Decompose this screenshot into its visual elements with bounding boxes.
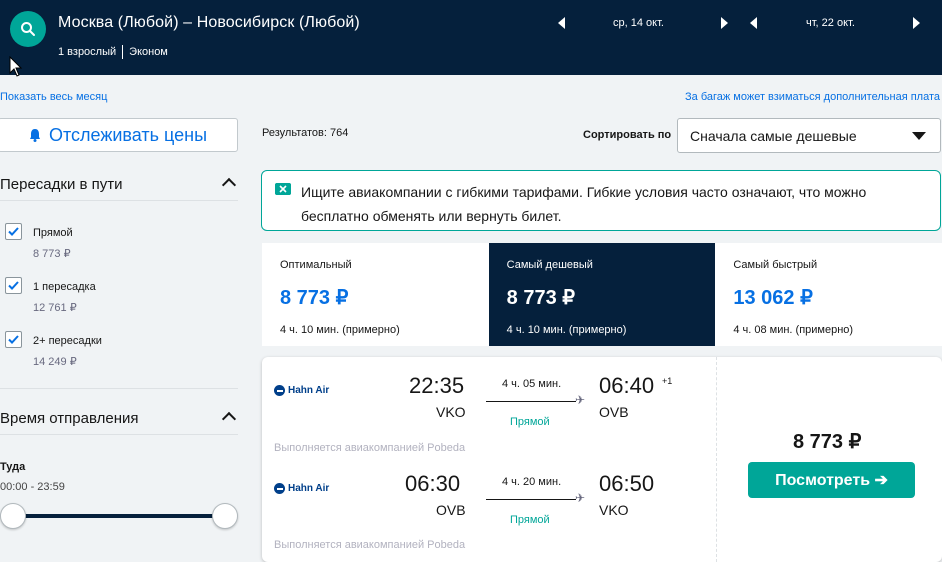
- depart-prev-day-icon[interactable]: [558, 17, 565, 29]
- flight-duration: 4 ч. 20 мин.: [502, 476, 562, 488]
- tab-fastest[interactable]: Самый быстрый 13 062 ₽ 4 ч. 08 мин. (при…: [715, 243, 942, 346]
- flexible-fares-text: Ищите авиакомпании с гибкими тарифами. Г…: [301, 184, 867, 224]
- outbound-leg: Hahn Air 22:35 VKO 4 ч. 05 мин. ✈ Прямой…: [262, 357, 716, 455]
- results-count: Результатов: 764: [262, 127, 349, 139]
- fare-price: 8 773 ₽: [793, 431, 862, 453]
- stops-one-price: 12 761 ₽: [33, 302, 77, 314]
- operated-by: Выполняется авиакомпанией Pobeda: [274, 539, 466, 551]
- tab-title: Самый дешевый: [506, 259, 593, 271]
- check-icon: [8, 281, 19, 290]
- flight-duration: 4 ч. 05 мин.: [502, 378, 562, 390]
- tab-price: 8 773 ₽: [280, 287, 349, 309]
- view-deal-button[interactable]: Посмотреть ➔: [748, 462, 915, 498]
- tab-best[interactable]: Оптимальный 8 773 ₽ 4 ч. 10 мин. (пример…: [262, 243, 489, 346]
- stops-direct-checkbox[interactable]: [5, 223, 22, 240]
- sort-value: Сначала самые дешевые: [690, 127, 857, 144]
- stops-two-plus-label: 2+ пересадки: [33, 335, 102, 347]
- chevron-down-icon: [912, 132, 926, 140]
- flight-result-card[interactable]: Hahn Air 22:35 VKO 4 ч. 05 мин. ✈ Прямой…: [262, 357, 942, 562]
- stops-direct-label: Прямой: [33, 227, 73, 239]
- tab-title: Самый быстрый: [733, 259, 818, 271]
- sort-label: Сортировать по: [583, 129, 672, 141]
- stops-two-plus-price: 14 249 ₽: [33, 356, 77, 368]
- tab-duration: 4 ч. 10 мин. (примерно): [506, 324, 627, 336]
- arrival-time: 06:50: [599, 471, 655, 496]
- route-title[interactable]: Москва (Любой) – Новосибирск (Любой): [58, 14, 360, 32]
- airline-logo-icon: [274, 483, 285, 494]
- mouse-cursor-icon: [9, 56, 23, 77]
- check-icon: [8, 227, 19, 236]
- operated-by: Выполняется авиакомпанией Pobeda: [274, 442, 466, 454]
- check-icon: [8, 335, 19, 344]
- return-next-day-icon[interactable]: [913, 17, 920, 29]
- sort-dropdown[interactable]: Сначала самые дешевые: [677, 118, 941, 153]
- depart-date[interactable]: ср, 14 окт.: [613, 17, 664, 29]
- time-range-label: 00:00 - 23:59: [0, 481, 65, 493]
- next-day-indicator: +1: [662, 376, 673, 386]
- divider: [0, 434, 238, 435]
- plane-icon: ✈: [575, 491, 586, 505]
- airline-logo-icon: [274, 385, 285, 396]
- show-month-link[interactable]: Показать весь месяц: [0, 91, 107, 103]
- search-icon: [21, 22, 35, 36]
- departure-airport: OVB: [436, 502, 466, 518]
- departure-time-filter-title[interactable]: Время отправления: [0, 410, 139, 427]
- departure-airport: VKO: [436, 404, 466, 420]
- flexible-fares-banner: Ищите авиакомпании с гибкими тарифами. Г…: [261, 170, 941, 231]
- stops-filter-title[interactable]: Пересадки в пути: [0, 176, 123, 193]
- airline-logo: Hahn Air: [274, 385, 329, 396]
- depart-next-day-icon[interactable]: [721, 17, 728, 29]
- arrival-airport: OVB: [599, 404, 629, 420]
- divider: [0, 388, 238, 389]
- tab-cheapest[interactable]: Самый дешевый 8 773 ₽ 4 ч. 10 мин. (прим…: [488, 243, 716, 346]
- airline-name: Hahn Air: [288, 483, 330, 494]
- route-line: [486, 499, 576, 500]
- cabin-label: Эконом: [129, 46, 168, 58]
- sort-tabs: Оптимальный 8 773 ₽ 4 ч. 10 мин. (пример…: [262, 243, 942, 346]
- search-button[interactable]: [10, 11, 46, 47]
- search-header: Москва (Любой) – Новосибирск (Любой) 1 в…: [0, 0, 942, 75]
- stops-two-plus-checkbox[interactable]: [5, 331, 22, 348]
- tab-title: Оптимальный: [280, 259, 352, 271]
- divider: [716, 357, 717, 562]
- tab-duration: 4 ч. 08 мин. (примерно): [733, 324, 854, 336]
- departure-time: 22:35: [409, 373, 465, 398]
- inbound-leg: Hahn Air 06:30 OVB 4 ч. 20 мин. ✈ Прямой…: [262, 455, 716, 553]
- chevron-up-icon[interactable]: [221, 177, 237, 193]
- time-slider-end-handle[interactable]: [212, 503, 238, 529]
- chevron-up-icon[interactable]: [221, 411, 237, 427]
- bell-icon: [29, 129, 40, 142]
- stops-direct-price: 8 773 ₽: [33, 248, 71, 260]
- divider: [122, 45, 124, 59]
- ticket-icon: [275, 183, 291, 195]
- tab-duration: 4 ч. 10 мин. (примерно): [280, 324, 400, 336]
- return-date[interactable]: чт, 22 окт.: [806, 17, 855, 29]
- time-slider-track[interactable]: [10, 514, 226, 518]
- arrival-time: 06:40: [599, 373, 655, 398]
- return-prev-day-icon[interactable]: [750, 17, 757, 29]
- tab-price: 13 062 ₽: [733, 287, 813, 309]
- airline-logo: Hahn Air: [274, 483, 329, 494]
- divider: [0, 200, 238, 201]
- track-prices-label: Отслеживать цены: [48, 124, 208, 145]
- stops-label: Прямой: [510, 514, 550, 526]
- track-prices-button[interactable]: Отслеживать цены: [0, 118, 238, 152]
- stops-one-checkbox[interactable]: [5, 277, 22, 294]
- route-line: [486, 401, 576, 402]
- passenger-cabin-summary[interactable]: 1 взрослый Эконом: [58, 45, 168, 59]
- tab-price: 8 773 ₽: [506, 287, 576, 309]
- passengers-label: 1 взрослый: [58, 46, 117, 58]
- stops-label: Прямой: [510, 416, 550, 428]
- outbound-direction-label: Туда: [0, 461, 26, 473]
- plane-icon: ✈: [575, 393, 586, 407]
- baggage-fee-link[interactable]: За багаж может взиматься дополнительная …: [685, 91, 940, 103]
- departure-time: 06:30: [405, 471, 461, 496]
- arrival-airport: VKO: [599, 502, 629, 518]
- time-slider-start-handle[interactable]: [0, 503, 26, 529]
- stops-one-label: 1 пересадка: [33, 281, 96, 293]
- airline-name: Hahn Air: [288, 385, 330, 396]
